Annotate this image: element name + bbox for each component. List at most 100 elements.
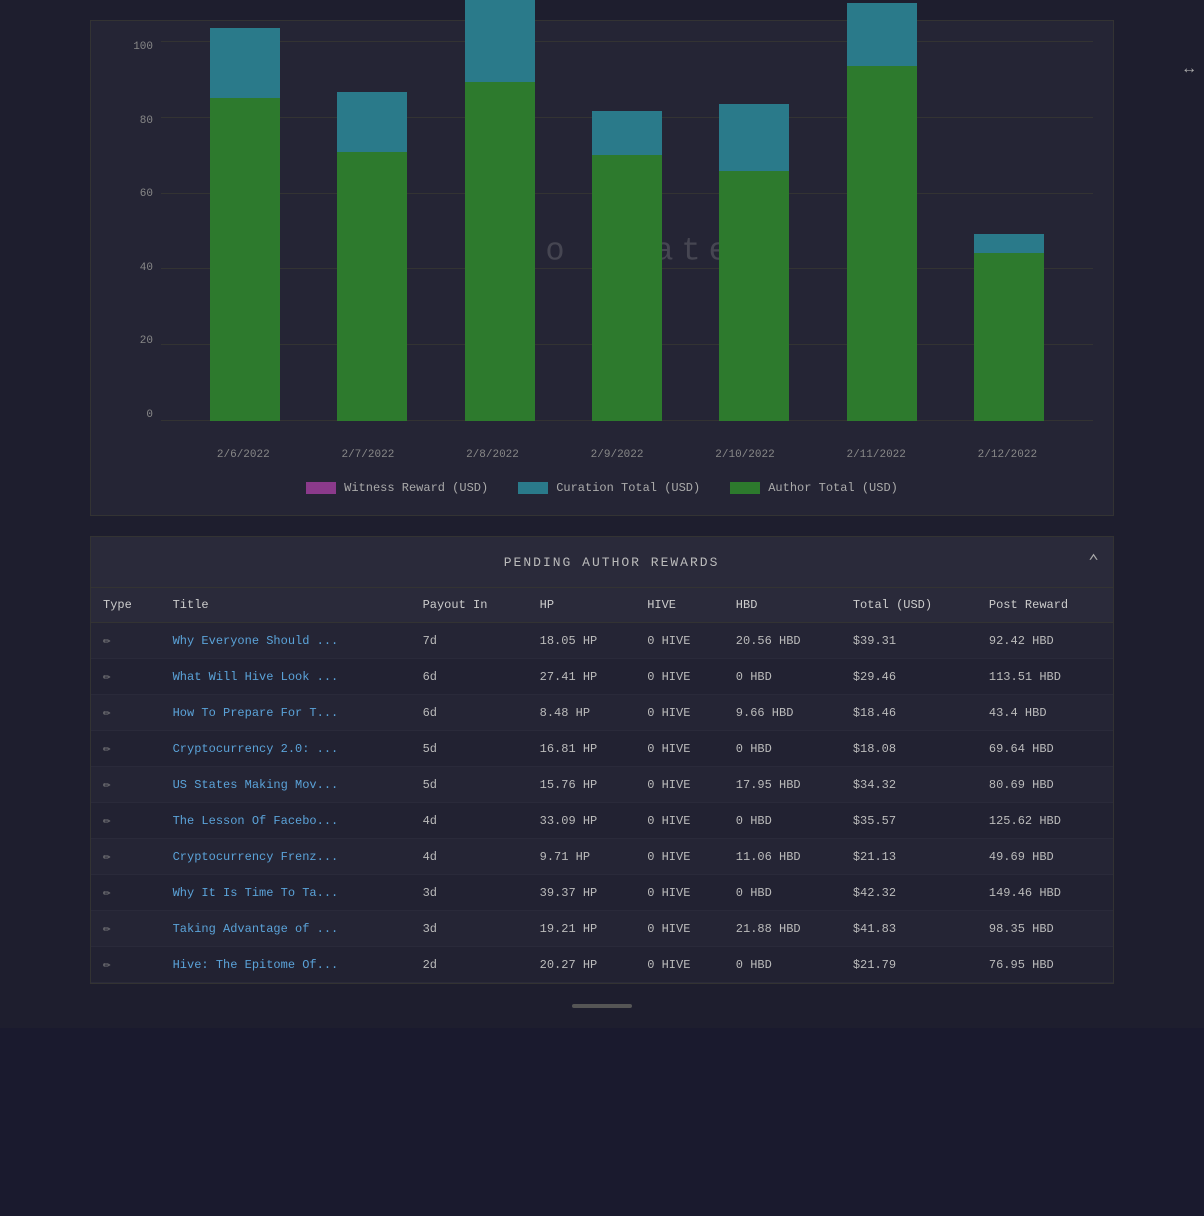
cell-hbd: 0 HBD (724, 947, 841, 983)
cell-hive: 0 HIVE (635, 875, 724, 911)
cell-hbd: 0 HBD (724, 803, 841, 839)
title-link[interactable]: Cryptocurrency 2.0: ... (173, 742, 339, 756)
cell-hive: 0 HIVE (635, 839, 724, 875)
title-link[interactable]: Cryptocurrency Frenz... (173, 850, 339, 864)
cell-type: ✏ (91, 947, 161, 983)
cell-hp: 19.21 HP (528, 911, 636, 947)
table-row: ✏US States Making Mov...5d15.76 HP0 HIVE… (91, 767, 1113, 803)
cell-type: ✏ (91, 731, 161, 767)
edit-icon[interactable]: ✏ (103, 633, 111, 648)
title-link[interactable]: Taking Advantage of ... (173, 922, 339, 936)
table-row: ✏Cryptocurrency Frenz...4d9.71 HP0 HIVE1… (91, 839, 1113, 875)
cell-total-usd: $18.46 (841, 695, 977, 731)
cell-title: Cryptocurrency 2.0: ... (161, 731, 411, 767)
bar-curation-0 (210, 28, 280, 98)
table-row: ✏The Lesson Of Facebo...4d33.09 HP0 HIVE… (91, 803, 1113, 839)
edit-icon[interactable]: ✏ (103, 813, 111, 828)
author-color-swatch (730, 482, 760, 494)
cell-total-usd: $39.31 (841, 623, 977, 659)
edit-icon[interactable]: ✏ (103, 885, 111, 900)
y-label-40: 40 (140, 262, 153, 274)
cell-post-reward: 92.42 HBD (977, 623, 1113, 659)
edit-icon[interactable]: ✏ (103, 849, 111, 864)
title-link[interactable]: How To Prepare For T... (173, 706, 339, 720)
cell-hive: 0 HIVE (635, 767, 724, 803)
title-link[interactable]: The Lesson Of Facebo... (173, 814, 339, 828)
cell-payout-in: 5d (411, 767, 528, 803)
table-title: PENDING AUTHOR REWARDS (135, 555, 1088, 570)
resize-handle[interactable]: ↔ (1184, 60, 1194, 78)
title-link[interactable]: What Will Hive Look ... (173, 670, 339, 684)
cell-hbd: 0 HBD (724, 875, 841, 911)
y-label-0: 0 (146, 409, 153, 421)
title-link[interactable]: Hive: The Epitome Of... (173, 958, 339, 972)
cell-title: Why It Is Time To Ta... (161, 875, 411, 911)
chart-section: 0 20 40 60 80 100 No State (90, 20, 1114, 516)
bar-group-0 (210, 28, 280, 421)
cell-hp: 16.81 HP (528, 731, 636, 767)
bar-curation-6 (974, 234, 1044, 253)
cell-total-usd: $21.79 (841, 947, 977, 983)
title-link[interactable]: Why It Is Time To Ta... (173, 886, 339, 900)
cell-hbd: 20.56 HBD (724, 623, 841, 659)
cell-type: ✏ (91, 911, 161, 947)
bar-author-4 (719, 171, 789, 421)
bar-author-1 (337, 152, 407, 421)
cell-hp: 8.48 HP (528, 695, 636, 731)
cell-hive: 0 HIVE (635, 911, 724, 947)
cell-title: Hive: The Epitome Of... (161, 947, 411, 983)
author-legend-label: Author Total (USD) (768, 481, 898, 495)
cell-hp: 33.09 HP (528, 803, 636, 839)
cell-hp: 39.37 HP (528, 875, 636, 911)
edit-icon[interactable]: ✏ (103, 741, 111, 756)
edit-icon[interactable]: ✏ (103, 921, 111, 936)
bars-container (161, 41, 1093, 421)
cell-title: How To Prepare For T... (161, 695, 411, 731)
cell-payout-in: 5d (411, 731, 528, 767)
cell-post-reward: 49.69 HBD (977, 839, 1113, 875)
bar-curation-2 (465, 0, 535, 82)
bar-author-6 (974, 253, 1044, 421)
col-hbd: HBD (724, 588, 841, 623)
edit-icon[interactable]: ✏ (103, 669, 111, 684)
cell-type: ✏ (91, 623, 161, 659)
edit-icon[interactable]: ✏ (103, 957, 111, 972)
bottom-handle[interactable] (572, 1004, 632, 1008)
table-header-bar: PENDING AUTHOR REWARDS ⌃ (91, 537, 1113, 588)
y-label-100: 100 (133, 41, 153, 53)
col-title: Title (161, 588, 411, 623)
bar-stack-3 (592, 111, 662, 421)
y-label-60: 60 (140, 188, 153, 200)
bar-group-4 (719, 104, 789, 421)
edit-icon[interactable]: ✏ (103, 705, 111, 720)
table-row: ✏How To Prepare For T...6d8.48 HP0 HIVE9… (91, 695, 1113, 731)
cell-payout-in: 6d (411, 695, 528, 731)
cell-title: The Lesson Of Facebo... (161, 803, 411, 839)
bar-stack-6 (974, 234, 1044, 421)
cell-hive: 0 HIVE (635, 695, 724, 731)
cell-payout-in: 7d (411, 623, 528, 659)
bar-group-5 (847, 3, 917, 421)
title-link[interactable]: US States Making Mov... (173, 778, 339, 792)
bar-stack-4 (719, 104, 789, 421)
cell-hive: 0 HIVE (635, 659, 724, 695)
x-labels: 2/6/20222/7/20222/8/20222/9/20222/10/202… (161, 421, 1093, 461)
bar-author-2 (465, 82, 535, 421)
x-label-5: 2/11/2022 (846, 449, 905, 461)
cell-title: Why Everyone Should ... (161, 623, 411, 659)
edit-icon[interactable]: ✏ (103, 777, 111, 792)
cell-type: ✏ (91, 767, 161, 803)
chart-area: 0 20 40 60 80 100 No State (111, 41, 1093, 461)
legend-curation: Curation Total (USD) (518, 481, 700, 495)
bar-stack-2 (465, 0, 535, 421)
bottom-bar (10, 994, 1194, 1018)
col-post-reward: Post Reward (977, 588, 1113, 623)
collapse-button[interactable]: ⌃ (1088, 551, 1099, 573)
bar-curation-4 (719, 104, 789, 171)
col-type: Type (91, 588, 161, 623)
cell-payout-in: 3d (411, 875, 528, 911)
cell-hbd: 0 HBD (724, 731, 841, 767)
rewards-table: Type Title Payout In HP HIVE HBD Total (… (91, 588, 1113, 983)
title-link[interactable]: Why Everyone Should ... (173, 634, 339, 648)
cell-hbd: 21.88 HBD (724, 911, 841, 947)
